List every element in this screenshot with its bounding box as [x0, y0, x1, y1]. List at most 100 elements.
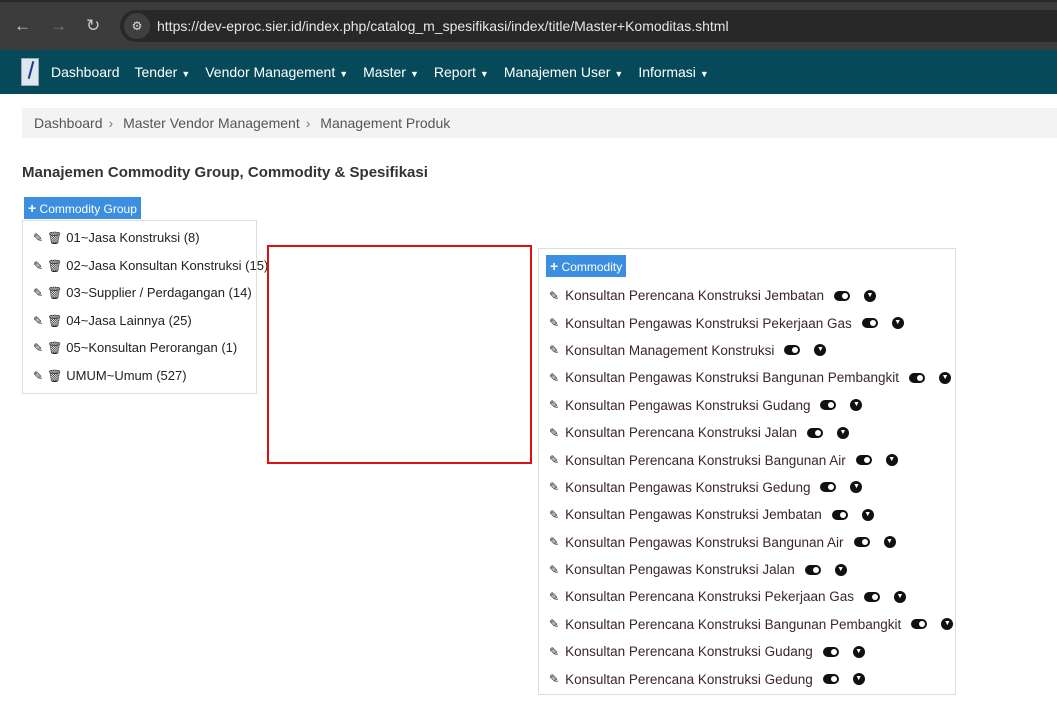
group-label[interactable]: 05~Konsultan Perorangan (1) — [66, 340, 237, 355]
commodity-label[interactable]: Konsultan Perencana Konstruksi Bangunan … — [565, 617, 901, 632]
toggle-on-icon[interactable] — [804, 564, 821, 575]
commodity-label[interactable]: Konsultan Perencana Konstruksi Jembatan — [565, 288, 824, 303]
trash-icon[interactable]: 🗑 — [47, 286, 62, 300]
nav-tender[interactable]: Tender ▼ — [135, 64, 191, 80]
nav-manajemen-user[interactable]: Manajemen User ▼ — [504, 64, 624, 80]
toggle-on-icon[interactable] — [784, 345, 801, 356]
trash-icon[interactable]: 🗑 — [47, 314, 62, 328]
commodity-label[interactable]: Konsultan Perencana Konstruksi Bangunan … — [565, 453, 846, 468]
commodity-label[interactable]: Konsultan Perencana Konstruksi Pekerjaan… — [565, 589, 854, 604]
toggle-on-icon[interactable] — [855, 455, 872, 466]
toggle-on-icon[interactable] — [820, 482, 837, 493]
chevron-down-circle-icon[interactable]: ▼ — [852, 673, 865, 686]
add-commodity-button[interactable]: + Commodity — [546, 255, 627, 277]
address-bar[interactable]: ⚙ https://dev-eproc.sier.id/index.php/ca… — [120, 10, 1057, 42]
chevron-down-circle-icon[interactable]: ▼ — [885, 454, 898, 467]
reload-icon[interactable]: ↻ — [86, 16, 100, 36]
edit-icon[interactable]: ✎ — [33, 369, 43, 383]
toggle-on-icon[interactable] — [861, 318, 878, 329]
edit-icon[interactable]: ✎ — [549, 343, 559, 357]
chevron-down-circle-icon[interactable]: ▼ — [939, 371, 952, 384]
chevron-down-circle-icon[interactable]: ▼ — [850, 399, 863, 412]
chevron-down-circle-icon[interactable]: ▼ — [863, 289, 876, 302]
toggle-on-icon[interactable] — [806, 427, 823, 438]
edit-icon[interactable]: ✎ — [33, 259, 43, 273]
breadcrumb-dashboard[interactable]: Dashboard — [34, 115, 103, 131]
nav-informasi[interactable]: Informasi ▼ — [638, 64, 709, 80]
nav-vendor-management[interactable]: Vendor Management ▼ — [205, 64, 348, 80]
breadcrumb-master-vendor[interactable]: Master Vendor Management — [123, 115, 300, 131]
trash-icon[interactable]: 🗑 — [47, 231, 62, 245]
commodity-label[interactable]: Konsultan Pengawas Konstruksi Gedung — [565, 480, 810, 495]
commodity-label[interactable]: Konsultan Perencana Konstruksi Gudang — [565, 644, 813, 659]
commodity-label[interactable]: Konsultan Pengawas Konstruksi Pekerjaan … — [565, 316, 852, 331]
edit-icon[interactable]: ✎ — [549, 563, 559, 577]
toggle-on-icon[interactable] — [831, 509, 848, 520]
chevron-down-circle-icon[interactable]: ▼ — [836, 426, 849, 439]
commodity-label[interactable]: Konsultan Pengawas Konstruksi Bangunan A… — [565, 535, 843, 550]
toggle-on-icon[interactable] — [822, 674, 839, 685]
chevron-down-circle-icon[interactable]: ▼ — [883, 536, 896, 549]
edit-icon[interactable]: ✎ — [549, 398, 559, 412]
group-label[interactable]: 03~Supplier / Perdagangan (14) — [66, 285, 251, 300]
commodity-group-item[interactable]: ✎ 🗑 02~Jasa Konsultan Konstruksi (15) — [23, 258, 268, 286]
forward-icon[interactable]: → — [50, 16, 67, 36]
edit-icon[interactable]: ✎ — [549, 480, 559, 494]
chevron-down-circle-icon[interactable]: ▼ — [852, 645, 865, 658]
commodity-label[interactable]: Konsultan Pengawas Konstruksi Jembatan — [565, 507, 822, 522]
toggle-on-icon[interactable] — [820, 400, 837, 411]
toggle-on-icon[interactable] — [911, 619, 928, 630]
commodity-label[interactable]: Konsultan Perencana Konstruksi Jalan — [565, 425, 797, 440]
chevron-down-circle-icon[interactable]: ▼ — [893, 590, 906, 603]
commodity-group-item[interactable]: ✎ 🗑 03~Supplier / Perdagangan (14) — [23, 285, 256, 313]
toggle-on-icon[interactable] — [853, 537, 870, 548]
edit-icon[interactable]: ✎ — [33, 341, 43, 355]
trash-icon[interactable]: 🗑 — [47, 341, 62, 355]
site-settings-icon[interactable]: ⚙ — [124, 13, 150, 39]
nav-dashboard[interactable]: Dashboard — [51, 64, 120, 80]
edit-icon[interactable]: ✎ — [549, 590, 559, 604]
group-label[interactable]: 01~Jasa Konstruksi (8) — [66, 230, 199, 245]
edit-icon[interactable]: ✎ — [549, 371, 559, 385]
edit-icon[interactable]: ✎ — [549, 535, 559, 549]
edit-icon[interactable]: ✎ — [549, 617, 559, 631]
edit-icon[interactable]: ✎ — [33, 314, 43, 328]
nav-report[interactable]: Report ▼ — [434, 64, 489, 80]
chevron-down-circle-icon[interactable]: ▼ — [834, 563, 847, 576]
group-label[interactable]: UMUM~Umum (527) — [66, 368, 186, 383]
edit-icon[interactable]: ✎ — [549, 508, 559, 522]
edit-icon[interactable]: ✎ — [33, 286, 43, 300]
commodity-label[interactable]: Konsultan Pengawas Konstruksi Gudang — [565, 398, 810, 413]
toggle-on-icon[interactable] — [909, 372, 926, 383]
group-label[interactable]: 04~Jasa Lainnya (25) — [66, 313, 191, 328]
group-label[interactable]: 02~Jasa Konsultan Konstruksi (15) — [66, 258, 268, 273]
sier-logo[interactable] — [21, 58, 39, 86]
toggle-on-icon[interactable] — [833, 290, 850, 301]
back-icon[interactable]: ← — [14, 16, 31, 36]
edit-icon[interactable]: ✎ — [549, 672, 559, 686]
edit-icon[interactable]: ✎ — [33, 231, 43, 245]
commodity-group-item[interactable]: ✎ 🗑 05~Konsultan Perorangan (1) — [23, 340, 256, 368]
commodity-group-item[interactable]: ✎ 🗑 04~Jasa Lainnya (25) — [23, 313, 256, 341]
commodity-label[interactable]: Konsultan Perencana Konstruksi Gedung — [565, 672, 813, 687]
trash-icon[interactable]: 🗑 — [47, 259, 62, 273]
edit-icon[interactable]: ✎ — [549, 426, 559, 440]
commodity-label[interactable]: Konsultan Pengawas Konstruksi Jalan — [565, 562, 795, 577]
edit-icon[interactable]: ✎ — [549, 645, 559, 659]
chevron-down-circle-icon[interactable]: ▼ — [814, 344, 827, 357]
commodity-label[interactable]: Konsultan Pengawas Konstruksi Bangunan P… — [565, 370, 899, 385]
commodity-group-item[interactable]: ✎ 🗑 01~Jasa Konstruksi (8) — [23, 230, 256, 258]
chevron-down-circle-icon[interactable]: ▼ — [941, 618, 954, 631]
commodity-label[interactable]: Konsultan Management Konstruksi — [565, 343, 774, 358]
toggle-on-icon[interactable] — [863, 591, 880, 602]
chevron-down-circle-icon[interactable]: ▼ — [850, 481, 863, 494]
commodity-group-item[interactable]: ✎ 🗑 UMUM~Umum (527) — [23, 368, 256, 396]
chevron-down-circle-icon[interactable]: ▼ — [861, 508, 874, 521]
add-commodity-group-button[interactable]: + Commodity Group — [24, 197, 141, 219]
edit-icon[interactable]: ✎ — [549, 289, 559, 303]
nav-master[interactable]: Master ▼ — [363, 64, 419, 80]
trash-icon[interactable]: 🗑 — [47, 369, 62, 383]
edit-icon[interactable]: ✎ — [549, 316, 559, 330]
chevron-down-circle-icon[interactable]: ▼ — [891, 317, 904, 330]
toggle-on-icon[interactable] — [822, 646, 839, 657]
